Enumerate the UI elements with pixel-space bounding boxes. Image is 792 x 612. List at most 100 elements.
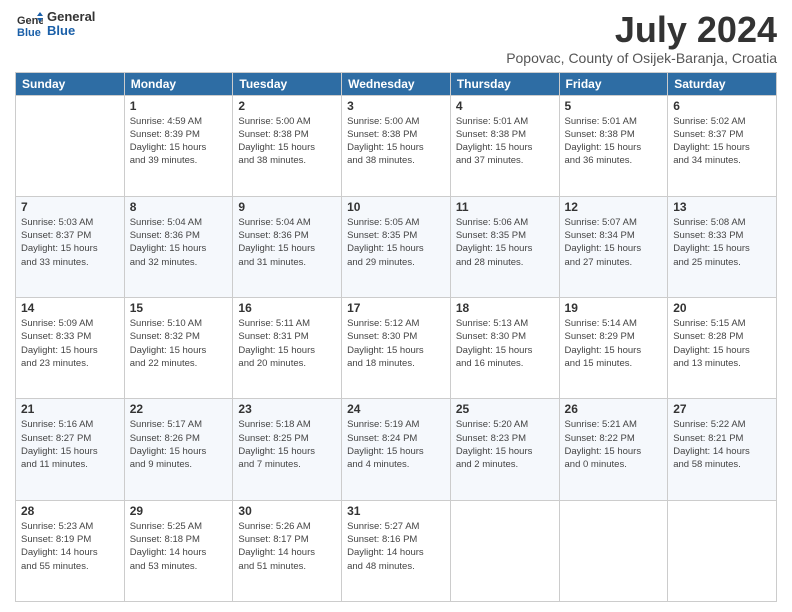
header-tuesday: Tuesday [233,72,342,95]
day-number: 1 [130,99,228,113]
calendar-cell: 11 Sunrise: 5:06 AM Sunset: 8:35 PM Dayli… [450,196,559,297]
calendar-cell: 20 Sunrise: 5:15 AM Sunset: 8:28 PM Dayli… [668,298,777,399]
day-number: 13 [673,200,771,214]
svg-text:Blue: Blue [17,27,41,38]
day-number: 9 [238,200,336,214]
svg-text:General: General [17,15,43,27]
calendar-cell: 4Sunrise: 5:01 AM Sunset: 8:38 PM Daylig… [450,95,559,196]
day-number: 3 [347,99,445,113]
week-row-5: 28 Sunrise: 5:23 AM Sunset: 8:19 PM Dayli… [16,500,777,601]
day-info: Sunrise: 5:13 AM Sunset: 8:30 PM Dayligh… [456,317,554,370]
logo-icon: General Blue [15,10,43,38]
calendar-cell: 14 Sunrise: 5:09 AM Sunset: 8:33 PM Dayli… [16,298,125,399]
day-number: 2 [238,99,336,113]
day-number: 23 [238,402,336,416]
header-friday: Friday [559,72,668,95]
day-number: 16 [238,301,336,315]
week-row-3: 14 Sunrise: 5:09 AM Sunset: 8:33 PM Dayli… [16,298,777,399]
calendar-cell: 16 Sunrise: 5:11 AM Sunset: 8:31 PM Dayli… [233,298,342,399]
day-info: Sunrise: 5:09 AM Sunset: 8:33 PM Dayligh… [21,317,119,370]
calendar-cell: 28 Sunrise: 5:23 AM Sunset: 8:19 PM Dayli… [16,500,125,601]
day-info: Sunrise: 5:00 AM Sunset: 8:38 PM Dayligh… [238,115,336,168]
day-number: 24 [347,402,445,416]
calendar-cell: 29 Sunrise: 5:25 AM Sunset: 8:18 PM Dayli… [124,500,233,601]
day-info: Sunrise: 5:01 AM Sunset: 8:38 PM Dayligh… [565,115,663,168]
day-number: 21 [21,402,119,416]
day-number: 30 [238,504,336,518]
day-info: Sunrise: 5:17 AM Sunset: 8:26 PM Dayligh… [130,418,228,471]
calendar-cell: 8Sunrise: 5:04 AM Sunset: 8:36 PM Daylig… [124,196,233,297]
calendar-cell [450,500,559,601]
day-number: 7 [21,200,119,214]
header-saturday: Saturday [668,72,777,95]
calendar-cell: 3 Sunrise: 5:00 AM Sunset: 8:38 PM Daylig… [342,95,451,196]
day-number: 4 [456,99,554,113]
calendar-cell: 21 Sunrise: 5:16 AM Sunset: 8:27 PM Dayli… [16,399,125,500]
calendar-cell: 18 Sunrise: 5:13 AM Sunset: 8:30 PM Dayli… [450,298,559,399]
calendar-cell: 17 Sunrise: 5:12 AM Sunset: 8:30 PM Dayli… [342,298,451,399]
header-wednesday: Wednesday [342,72,451,95]
day-info: Sunrise: 5:23 AM Sunset: 8:19 PM Dayligh… [21,520,119,573]
day-info: Sunrise: 5:03 AM Sunset: 8:37 PM Dayligh… [21,216,119,269]
day-number: 12 [565,200,663,214]
day-info: Sunrise: 5:04 AM Sunset: 8:36 PM Dayligh… [238,216,336,269]
calendar-cell: 27 Sunrise: 5:22 AM Sunset: 8:21 PM Dayli… [668,399,777,500]
calendar-cell: 10Sunrise: 5:05 AM Sunset: 8:35 PM Dayli… [342,196,451,297]
calendar-cell: 12 Sunrise: 5:07 AM Sunset: 8:34 PM Dayli… [559,196,668,297]
day-info: Sunrise: 5:14 AM Sunset: 8:29 PM Dayligh… [565,317,663,370]
day-info: Sunrise: 5:02 AM Sunset: 8:37 PM Dayligh… [673,115,771,168]
day-number: 6 [673,99,771,113]
day-info: Sunrise: 5:22 AM Sunset: 8:21 PM Dayligh… [673,418,771,471]
calendar-cell: 25 Sunrise: 5:20 AM Sunset: 8:23 PM Dayli… [450,399,559,500]
header-thursday: Thursday [450,72,559,95]
day-info: Sunrise: 5:06 AM Sunset: 8:35 PM Dayligh… [456,216,554,269]
calendar-cell: 26Sunrise: 5:21 AM Sunset: 8:22 PM Dayli… [559,399,668,500]
day-info: Sunrise: 5:27 AM Sunset: 8:16 PM Dayligh… [347,520,445,573]
calendar-cell: 9 Sunrise: 5:04 AM Sunset: 8:36 PM Daylig… [233,196,342,297]
logo-line2: Blue [47,24,95,38]
calendar-cell: 6 Sunrise: 5:02 AM Sunset: 8:37 PM Daylig… [668,95,777,196]
day-info: Sunrise: 5:08 AM Sunset: 8:33 PM Dayligh… [673,216,771,269]
calendar-cell [559,500,668,601]
day-number: 18 [456,301,554,315]
day-info: Sunrise: 5:11 AM Sunset: 8:31 PM Dayligh… [238,317,336,370]
day-info: Sunrise: 5:00 AM Sunset: 8:38 PM Dayligh… [347,115,445,168]
day-info: Sunrise: 5:20 AM Sunset: 8:23 PM Dayligh… [456,418,554,471]
calendar-cell: 2 Sunrise: 5:00 AM Sunset: 8:38 PM Daylig… [233,95,342,196]
day-number: 14 [21,301,119,315]
day-info: Sunrise: 5:10 AM Sunset: 8:32 PM Dayligh… [130,317,228,370]
day-info: Sunrise: 5:25 AM Sunset: 8:18 PM Dayligh… [130,520,228,573]
calendar-cell: 5Sunrise: 5:01 AM Sunset: 8:38 PM Daylig… [559,95,668,196]
day-number: 19 [565,301,663,315]
calendar-table: SundayMondayTuesdayWednesdayThursdayFrid… [15,72,777,602]
day-number: 22 [130,402,228,416]
day-info: Sunrise: 5:12 AM Sunset: 8:30 PM Dayligh… [347,317,445,370]
day-number: 20 [673,301,771,315]
day-info: Sunrise: 5:21 AM Sunset: 8:22 PM Dayligh… [565,418,663,471]
day-number: 28 [21,504,119,518]
day-info: Sunrise: 5:07 AM Sunset: 8:34 PM Dayligh… [565,216,663,269]
calendar-cell: 31Sunrise: 5:27 AM Sunset: 8:16 PM Dayli… [342,500,451,601]
day-number: 29 [130,504,228,518]
day-number: 11 [456,200,554,214]
calendar-cell: 19 Sunrise: 5:14 AM Sunset: 8:29 PM Dayli… [559,298,668,399]
header-monday: Monday [124,72,233,95]
day-info: Sunrise: 5:19 AM Sunset: 8:24 PM Dayligh… [347,418,445,471]
day-number: 8 [130,200,228,214]
week-row-1: 1 Sunrise: 4:59 AM Sunset: 8:39 PM Daylig… [16,95,777,196]
logo: General Blue General Blue [15,10,95,39]
day-info: Sunrise: 4:59 AM Sunset: 8:39 PM Dayligh… [130,115,228,168]
calendar-cell: 22 Sunrise: 5:17 AM Sunset: 8:26 PM Dayli… [124,399,233,500]
title-section: July 2024 Popovac, County of Osijek-Bara… [506,10,777,66]
week-row-2: 7 Sunrise: 5:03 AM Sunset: 8:37 PM Daylig… [16,196,777,297]
calendar-cell: 24 Sunrise: 5:19 AM Sunset: 8:24 PM Dayli… [342,399,451,500]
day-number: 17 [347,301,445,315]
day-number: 25 [456,402,554,416]
day-number: 27 [673,402,771,416]
calendar-cell [16,95,125,196]
calendar-cell: 30Sunrise: 5:26 AM Sunset: 8:17 PM Dayli… [233,500,342,601]
header-row: SundayMondayTuesdayWednesdayThursdayFrid… [16,72,777,95]
day-info: Sunrise: 5:15 AM Sunset: 8:28 PM Dayligh… [673,317,771,370]
day-number: 15 [130,301,228,315]
day-info: Sunrise: 5:16 AM Sunset: 8:27 PM Dayligh… [21,418,119,471]
